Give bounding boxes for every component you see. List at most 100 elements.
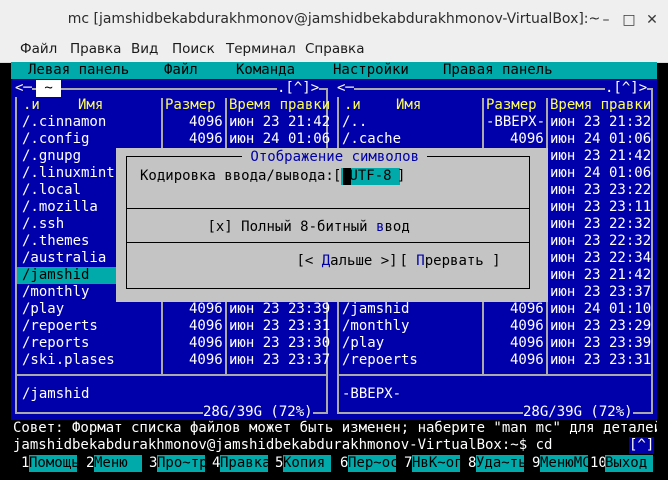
right-file-time: июн 23 23:37 bbox=[550, 284, 652, 300]
mc-menu-command[interactable]: Команда bbox=[236, 62, 295, 79]
minimize-icon[interactable]: – bbox=[599, 13, 613, 27]
right-panel-nav-left[interactable]: <─ bbox=[337, 80, 354, 97]
fkey-mkdir-button[interactable]: НвК~ог bbox=[412, 455, 463, 472]
left-col-name[interactable]: Имя bbox=[78, 97, 103, 114]
right-file-time: июн 23 23:22 bbox=[550, 182, 652, 198]
left-panel-nav-right[interactable]: .[^]> bbox=[277, 80, 320, 97]
right-file-time: июн 24 01:06 bbox=[550, 165, 652, 181]
checkbox-mark[interactable]: [x] bbox=[207, 219, 232, 235]
mc-menu-options[interactable]: Настройки bbox=[333, 62, 409, 79]
menu-help[interactable]: Справка bbox=[305, 41, 364, 57]
fkey-view-button[interactable]: Про~тр bbox=[157, 455, 208, 472]
left-panel-nav-left[interactable]: <─ bbox=[15, 80, 32, 97]
right-file-time: июн 23 22:32 bbox=[550, 216, 652, 232]
table-row[interactable]: /monthly 4096 июн 23 23:29 bbox=[11, 318, 657, 335]
maximize-icon[interactable]: □ bbox=[622, 13, 636, 27]
terminal-window: mc [jamshidbekabdurakhmonov@jamshidbekab… bbox=[0, 0, 668, 480]
encoding-label: Кодировка ввода/вывода: bbox=[140, 168, 334, 184]
close-icon[interactable]: ✕ bbox=[645, 13, 659, 27]
right-file-size: 4096 bbox=[510, 335, 544, 351]
text-cursor bbox=[343, 168, 351, 185]
menu-file[interactable]: Файл bbox=[20, 41, 57, 57]
table-row[interactable]: /repoerts 4096 июн 23 23:31 bbox=[11, 352, 657, 369]
mc-menu-file[interactable]: Файл bbox=[164, 62, 198, 79]
right-col-name[interactable]: Имя bbox=[396, 97, 421, 114]
cancel-button-label: рервать ] bbox=[424, 253, 501, 269]
right-file-name: /.cache bbox=[342, 131, 402, 147]
panel-header-row: .и Имя Размер Время правки .и Имя Размер… bbox=[11, 97, 657, 114]
right-file-time: июн 23 22:34 bbox=[550, 250, 652, 266]
table-row[interactable]: /play 4096 июн 23 23:39 bbox=[11, 335, 657, 352]
checkbox-label-rest: вод bbox=[384, 219, 410, 235]
fkey-quit-button[interactable]: Выход bbox=[605, 455, 653, 472]
right-file-time: июн 24 01:06 bbox=[550, 131, 652, 147]
right-file-name: /jamshid bbox=[342, 301, 410, 317]
right-file-time: июн 23 21:42 bbox=[550, 267, 652, 283]
right-file-time: июн 23 21:42 bbox=[550, 148, 652, 164]
right-file-name: /monthly bbox=[342, 318, 410, 334]
hint-line: Совет: Формат списка файлов может быть и… bbox=[11, 420, 657, 437]
fkey-edit-button[interactable]: Правка bbox=[220, 455, 271, 472]
right-disk-usage: 28G/39G (72%) bbox=[523, 404, 633, 421]
disk-usage-row: 28G/39G (72%) 28G/39G (72%) bbox=[11, 404, 657, 421]
right-col-time[interactable]: Время правки bbox=[550, 97, 651, 114]
menu-edit[interactable]: Правка bbox=[70, 41, 121, 57]
fkey-menu-button[interactable]: Меню bbox=[94, 455, 142, 472]
left-col-size[interactable]: Размер bbox=[165, 97, 216, 114]
cancel-button-open: [ bbox=[399, 253, 417, 269]
right-file-time: июн 23 23:39 bbox=[550, 335, 652, 351]
fkey-delete-button[interactable]: Уда~ть bbox=[476, 455, 527, 472]
right-file-size: 4096 bbox=[510, 318, 544, 334]
mc-menu-left-panel[interactable]: Левая панель bbox=[28, 62, 129, 79]
prompt-line[interactable]: jamshidbekabdurakhmonov@jamshidbekabdura… bbox=[11, 437, 657, 454]
next-button-open: [< bbox=[296, 253, 322, 269]
right-col-sort[interactable]: .и bbox=[344, 97, 361, 114]
prompt-history-button[interactable]: [^] bbox=[629, 437, 655, 454]
checkbox-label: Полный 8-битный bbox=[241, 219, 377, 235]
menu-search[interactable]: Поиск bbox=[172, 41, 215, 57]
table-row[interactable]: /.. -ВВЕРХ- июн 23 21:32 bbox=[11, 114, 657, 131]
right-panel-mini-separator bbox=[337, 374, 651, 376]
left-panel-tab[interactable]: ~ bbox=[36, 80, 62, 97]
terminal-area[interactable]: Левая панель Файл Команда Настройки Прав… bbox=[11, 62, 657, 480]
table-row[interactable]: /jamshid 4096 июн 24 01:10 bbox=[11, 301, 657, 318]
right-col-size[interactable]: Размер bbox=[486, 97, 537, 114]
dialog-title: Отображение символов bbox=[242, 149, 428, 166]
left-mini-status: /jamshid bbox=[22, 386, 90, 402]
fkey-move-button[interactable]: Пер~ос bbox=[348, 455, 399, 472]
display-bits-dialog: Отображение символов Кодировка ввода/выв… bbox=[116, 148, 548, 302]
fkey-copy-button[interactable]: Копия bbox=[283, 455, 331, 472]
title-bar: mc [jamshidbekabdurakhmonov@jamshidbekab… bbox=[0, 0, 668, 38]
menu-bar: Файл Правка Вид Поиск Терминал Справка bbox=[0, 38, 668, 63]
fkey-menumc-button[interactable]: МенюМС bbox=[540, 455, 591, 472]
right-file-size: 4096 bbox=[510, 131, 544, 147]
next-button-hotkey: Д bbox=[321, 253, 331, 269]
left-col-time[interactable]: Время правки bbox=[229, 97, 330, 114]
table-row[interactable]: /.cache 4096 июн 24 01:06 bbox=[11, 131, 657, 148]
right-file-size: 4096 bbox=[510, 352, 544, 368]
right-file-time: июн 23 23:31 bbox=[550, 352, 652, 368]
right-file-time: июн 23 23:11 bbox=[550, 199, 652, 215]
right-file-size: 4096 bbox=[510, 301, 544, 317]
command-prompt[interactable]: jamshidbekabdurakhmonov@jamshidbekabdura… bbox=[13, 437, 552, 454]
right-file-name: /repoerts bbox=[342, 352, 418, 368]
menu-view[interactable]: Вид bbox=[131, 41, 158, 57]
mc-menu-right-panel[interactable]: Правая панель bbox=[443, 62, 553, 79]
left-disk-usage: 28G/39G (72%) bbox=[203, 404, 313, 421]
left-panel-mini-separator bbox=[15, 374, 326, 376]
cancel-button[interactable]: [ Прервать ] bbox=[332, 236, 501, 287]
right-file-size: -ВВЕРХ- bbox=[486, 114, 546, 130]
panel-top-row: <─ ~ .[^]> <─ .[^]> bbox=[11, 80, 657, 97]
right-file-time: июн 23 22:32 bbox=[550, 233, 652, 249]
function-key-bar: 1 Помощь 2 Меню 3 Про~тр 4 Правка 5 Копи… bbox=[11, 455, 657, 472]
right-panel-nav-right[interactable]: .[^]> bbox=[605, 80, 648, 97]
menu-terminal[interactable]: Терминал bbox=[226, 41, 296, 57]
left-col-sort[interactable]: .и bbox=[23, 97, 40, 114]
right-file-time: июн 23 21:32 bbox=[550, 114, 652, 130]
right-file-name: /.. bbox=[342, 114, 368, 130]
right-file-time: июн 24 01:10 bbox=[550, 301, 652, 317]
right-mini-status: -ВВЕРХ- bbox=[342, 386, 402, 402]
fkey-help-button[interactable]: Помощь bbox=[29, 455, 80, 472]
hint-text: Совет: Формат списка файлов может быть и… bbox=[13, 420, 657, 436]
window-title: mc [jamshidbekabdurakhmonov@jamshidbekab… bbox=[67, 11, 601, 27]
